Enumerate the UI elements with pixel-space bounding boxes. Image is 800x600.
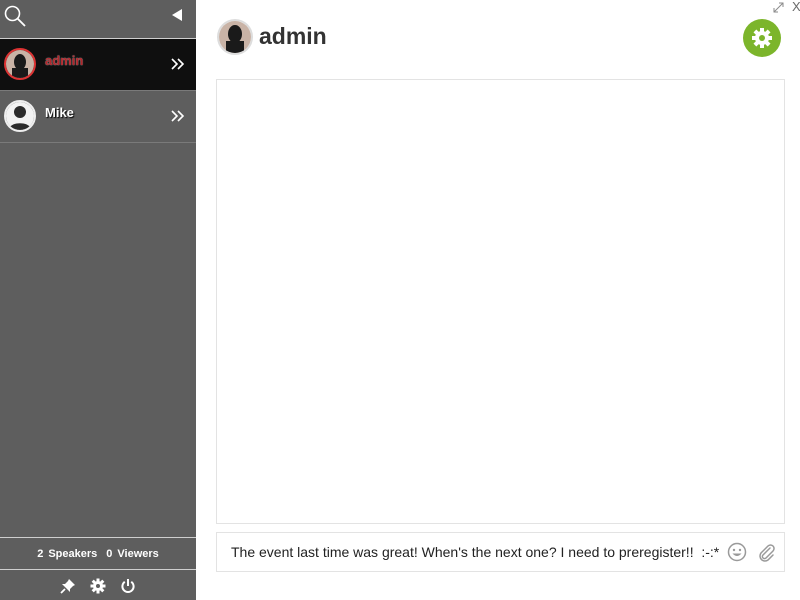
speakers-label: Speakers [48,547,98,560]
gear-icon [752,28,772,48]
participant-stats: 2 Speakers 0 Viewers [0,537,196,570]
search-icon[interactable] [3,4,27,28]
user-row-mike[interactable]: Mike [0,91,196,143]
viewers-count: 0 [106,547,113,560]
user-row-admin[interactable]: admin [0,39,196,91]
pin-icon[interactable] [60,578,76,594]
chat-partner-name: admin [259,23,327,49]
speakers-count: 2 [37,547,44,560]
close-button[interactable]: X [792,0,800,14]
message-composer [216,532,785,572]
smiley-icon[interactable] [727,542,747,562]
double-chevron-right-icon[interactable] [170,108,186,124]
paperclip-icon[interactable] [756,542,776,562]
avatar [4,48,36,80]
sidebar-toolbar [0,571,196,600]
settings-button[interactable] [743,19,781,57]
power-icon[interactable] [120,578,136,594]
chat-messages-area[interactable] [216,79,785,524]
message-input[interactable] [231,542,727,562]
double-chevron-right-icon[interactable] [170,56,186,72]
user-name: admin [45,53,84,68]
avatar [4,100,36,132]
collapse-left-icon[interactable] [170,8,184,22]
window-controls: X [768,0,800,16]
gear-icon[interactable] [90,578,106,594]
sidebar-header [0,0,196,39]
expand-icon[interactable] [773,2,784,13]
header-avatar [217,19,253,55]
user-name: Mike [45,105,74,120]
sidebar: admin Mike 2 Speakers 0 Viewers [0,0,196,600]
viewers-label: Viewers [117,547,159,560]
